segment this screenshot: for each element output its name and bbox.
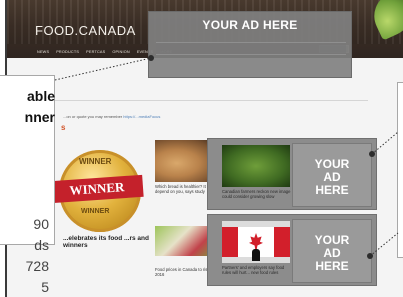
leader-dot-ad2 [367,253,373,259]
callout-stat-3: 728 [25,258,49,274]
intro-label: ...on or quote you may remember [63,114,123,119]
story-headline-left[interactable]: ...elebrates its food ...rs and winners [63,235,153,249]
ad-box-1-caption: Canadian farmers reckon new image could … [222,189,291,199]
ad-tile-2-line3: HERE [315,259,349,273]
ad-box-2[interactable]: Partners' and employers say food rules w… [207,214,377,286]
ad-banner-placeholder[interactable]: YOUR AD HERE [148,11,352,78]
callout-stat-4: 5 [41,279,49,295]
leader-dot-banner [148,55,154,61]
section-heading: s [61,123,66,132]
nav-item-news[interactable]: NEWS [37,50,49,54]
callout-stat-1: 90 [33,216,49,232]
intro-link[interactable]: https://...mediaFocus [123,114,160,119]
ad-tile-1[interactable]: YOUR AD HERE [292,143,372,207]
site-logo[interactable]: FOOD.CANADA [35,23,136,38]
story-caption-prices[interactable]: Food prices in Canada to rise in 2016 [155,267,215,277]
callout-left-title: able nner [0,86,59,128]
nav-item-products[interactable]: PRODUCTS [56,50,79,54]
callout-title-line1: able [26,88,55,104]
callout-left: able nner 90 ds 728 5 [0,75,55,295]
flag-red-band-left [222,227,238,257]
ad-banner-label: YOUR AD HERE [202,18,298,32]
canada-flag-photo [222,221,290,263]
flag-red-band-right [274,227,290,257]
callout-title-line2: nner [24,109,55,125]
ad-banner-strip [156,42,346,55]
ad-tile-1-line3: HERE [315,183,349,197]
story-caption-bread[interactable]: Which bread is healthier? It may depend … [155,184,215,194]
nav-item-pertcas[interactable]: PERTCAS [86,50,105,54]
divider [43,100,368,101]
callout-stat-2: ds [34,237,49,253]
leader-dot-ad1 [369,151,375,157]
winner-badge-bottom-text: WINNER [81,208,110,215]
nav-item-opinion[interactable]: OPINION [112,50,129,54]
asparagus-photo [222,145,290,187]
intro-text: ...on or quote you may remember https://… [63,114,160,119]
ad-box-2-caption: Partners' and employers say food rules w… [222,265,285,275]
person-silhouette [252,249,260,261]
ad-box-1[interactable]: Canadian farmers reckon new image could … [207,138,377,210]
callout-right [397,82,403,258]
ad-tile-2[interactable]: YOUR AD HERE [292,219,372,283]
screenshot-stage: FOOD.CANADA NEWS PRODUCTS PERTCAS OPINIO… [0,0,403,297]
winner-badge-top-text: WINNER [79,157,112,166]
